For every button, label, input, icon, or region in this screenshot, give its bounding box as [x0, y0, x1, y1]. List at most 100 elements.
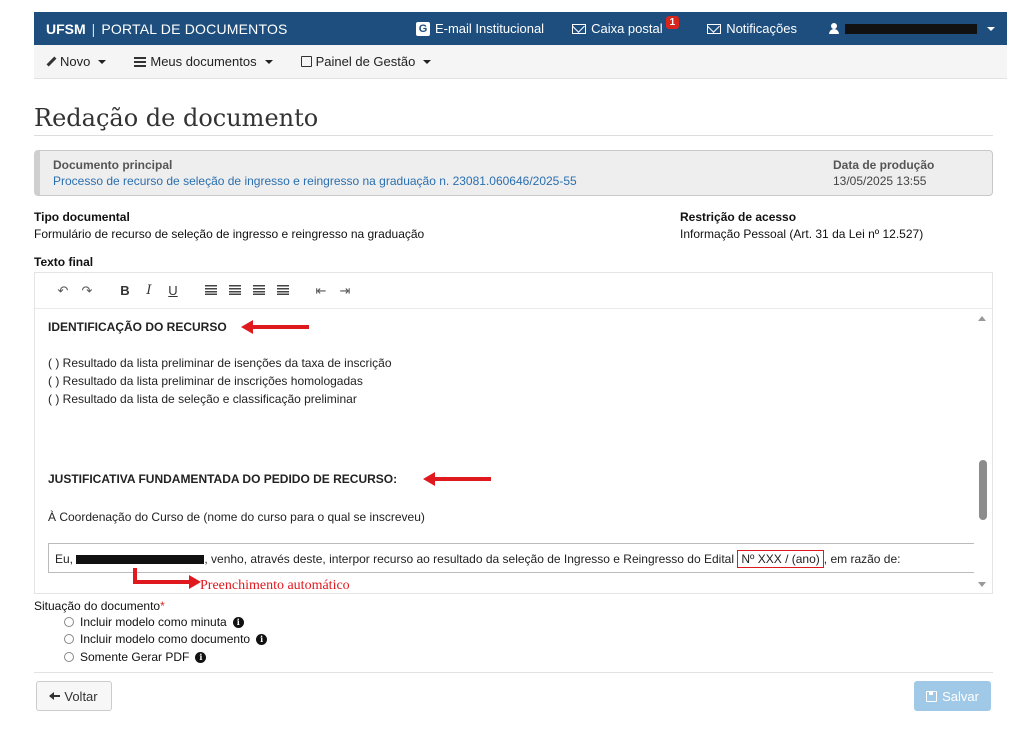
menu-new-label: Novo: [60, 54, 91, 69]
document-status-label: Situação do documento*: [34, 599, 165, 613]
top-navbar: UFSM | PORTAL DE DOCUMENTOS G E-mail Ins…: [34, 12, 1007, 45]
justify-button[interactable]: [271, 283, 295, 298]
scrollbar-thumb[interactable]: [979, 460, 987, 520]
brand-separator: |: [91, 20, 96, 37]
undo-button[interactable]: ↶: [51, 283, 75, 299]
align-left-button[interactable]: [199, 283, 223, 298]
footer-divider: [34, 672, 993, 673]
main-document-link[interactable]: Processo de recurso de seleção de ingres…: [53, 174, 577, 188]
redacted-username: [845, 23, 977, 34]
bold-button[interactable]: B: [113, 283, 137, 298]
email-label: E-mail Institucional: [434, 21, 545, 36]
option-line: ( ) Resultado da lista preliminar de ins…: [48, 374, 363, 388]
envelope-icon: [572, 23, 587, 34]
inbox-badge: 1: [665, 16, 680, 29]
menu-bar: Novo Meus documentos Painel de Gestão: [34, 45, 1007, 79]
status-option-label: Incluir modelo como documento: [80, 632, 251, 646]
access-restriction-label: Restrição de acesso: [680, 210, 797, 224]
align-right-icon: [253, 285, 265, 295]
info-icon[interactable]: i: [195, 651, 207, 663]
save-button[interactable]: Salvar: [914, 681, 991, 711]
status-option-label: Somente Gerar PDF: [80, 650, 190, 664]
outdent-button[interactable]: ⇤: [309, 283, 333, 299]
menu-my-documents[interactable]: Meus documentos: [120, 54, 286, 69]
top-right-links: G E-mail Institucional Caixa postal 1 No…: [402, 12, 1007, 45]
red-arrow-annotation: [423, 472, 491, 486]
menu-new[interactable]: Novo: [34, 54, 120, 69]
final-text-label: Texto final: [34, 255, 94, 269]
chevron-down-icon: [987, 26, 995, 31]
option-line: ( ) Resultado da lista preliminar de ise…: [48, 356, 392, 370]
justify-icon: [277, 285, 289, 295]
brand[interactable]: UFSM | PORTAL DE DOCUMENTOS: [34, 21, 288, 37]
panel-icon: [300, 56, 312, 67]
back-button-label: Voltar: [64, 688, 98, 704]
email-link[interactable]: G E-mail Institucional: [402, 12, 558, 45]
radio-button[interactable]: [64, 634, 74, 644]
status-option-pdf[interactable]: Somente Gerar PDF i: [64, 650, 207, 664]
title-divider: [34, 135, 993, 136]
main-document-box: Documento principal Processo de recurso …: [34, 150, 993, 196]
editor-content[interactable]: IDENTIFICAÇÃO DO RECURSO ( ) Resultado d…: [35, 310, 974, 593]
menu-management-panel[interactable]: Painel de Gestão: [287, 54, 446, 69]
back-button[interactable]: Voltar: [36, 681, 112, 711]
notifications-link[interactable]: Notificações: [693, 12, 811, 45]
status-option-draft[interactable]: Incluir modelo como minuta i: [64, 615, 244, 629]
brand-short: UFSM: [46, 20, 86, 37]
chevron-down-icon: [423, 59, 432, 64]
doc-type-value: Formulário de recurso de seleção de ingr…: [34, 227, 425, 241]
pencil-icon: [46, 57, 56, 67]
redacted-name: [76, 555, 205, 565]
section-title-identification: IDENTIFICAÇÃO DO RECURSO: [48, 320, 227, 334]
red-arrow-annotation: [133, 575, 201, 589]
status-option-document[interactable]: Incluir modelo como documento i: [64, 632, 268, 646]
document-status-text: Situação do documento: [34, 599, 161, 613]
doc-type-label: Tipo documental: [34, 210, 130, 224]
editor-toolbar: ↶ ↷ B I U ⇤ ⇥: [35, 273, 992, 309]
section-title-justification: JUSTIFICATIVA FUNDAMENTADA DO PEDIDO DE …: [48, 472, 398, 486]
editor-scrollbar[interactable]: [974, 310, 992, 593]
option-line: ( ) Resultado da lista de seleção e clas…: [48, 392, 357, 406]
indent-button[interactable]: ⇥: [333, 283, 357, 299]
underline-button[interactable]: U: [161, 283, 185, 298]
statement-prefix: Eu,: [55, 552, 74, 566]
align-left-icon: [205, 285, 217, 295]
statement-box: Eu, , venho, através deste, interpor rec…: [48, 543, 974, 573]
status-option-label: Incluir modelo como minuta: [80, 615, 227, 629]
auto-fill-annotation: Preenchimento automático: [200, 578, 350, 593]
envelope-icon: [707, 23, 722, 34]
user-icon: [829, 23, 839, 34]
red-arrow-annotation: [241, 320, 309, 334]
scroll-down-icon[interactable]: [978, 582, 986, 587]
statement-text: Eu, , venho, através deste, interpor rec…: [55, 550, 901, 568]
menu-my-documents-label: Meus documentos: [150, 54, 257, 69]
chevron-down-icon: [98, 59, 107, 64]
statement-middle: , venho, através deste, interpor recurso…: [204, 552, 735, 566]
save-button-label: Salvar: [942, 688, 979, 704]
user-menu[interactable]: [811, 23, 1007, 34]
info-icon[interactable]: i: [232, 616, 244, 628]
google-icon: G: [415, 21, 430, 36]
notifications-label: Notificações: [726, 21, 797, 36]
production-date-label: Data de produção: [833, 158, 935, 172]
redo-button[interactable]: ↷: [75, 283, 99, 299]
radio-button[interactable]: [64, 617, 74, 627]
access-restriction-value: Informação Pessoal (Art. 31 da Lei nº 12…: [680, 227, 924, 241]
radio-button[interactable]: [64, 652, 74, 662]
menu-management-panel-label: Painel de Gestão: [315, 54, 416, 69]
info-icon[interactable]: i: [256, 633, 268, 645]
production-date-value: 13/05/2025 13:55: [833, 174, 927, 188]
addressee-line: À Coordenação do Curso de (nome do curso…: [48, 510, 425, 524]
floppy-disk-icon: [926, 690, 938, 702]
main-document-label: Documento principal: [53, 158, 173, 172]
page-title: Redação de documento: [34, 104, 319, 132]
chevron-down-icon: [264, 59, 273, 64]
align-right-button[interactable]: [247, 283, 271, 298]
align-center-button[interactable]: [223, 283, 247, 298]
align-center-icon: [229, 285, 241, 295]
inbox-link[interactable]: Caixa postal 1: [558, 12, 693, 45]
italic-button[interactable]: I: [137, 283, 161, 298]
list-icon: [134, 56, 147, 67]
scroll-up-icon[interactable]: [978, 316, 986, 321]
rich-text-editor: ↶ ↷ B I U ⇤ ⇥ IDENTIFICAÇÃO DO RECURSO (…: [34, 272, 993, 594]
